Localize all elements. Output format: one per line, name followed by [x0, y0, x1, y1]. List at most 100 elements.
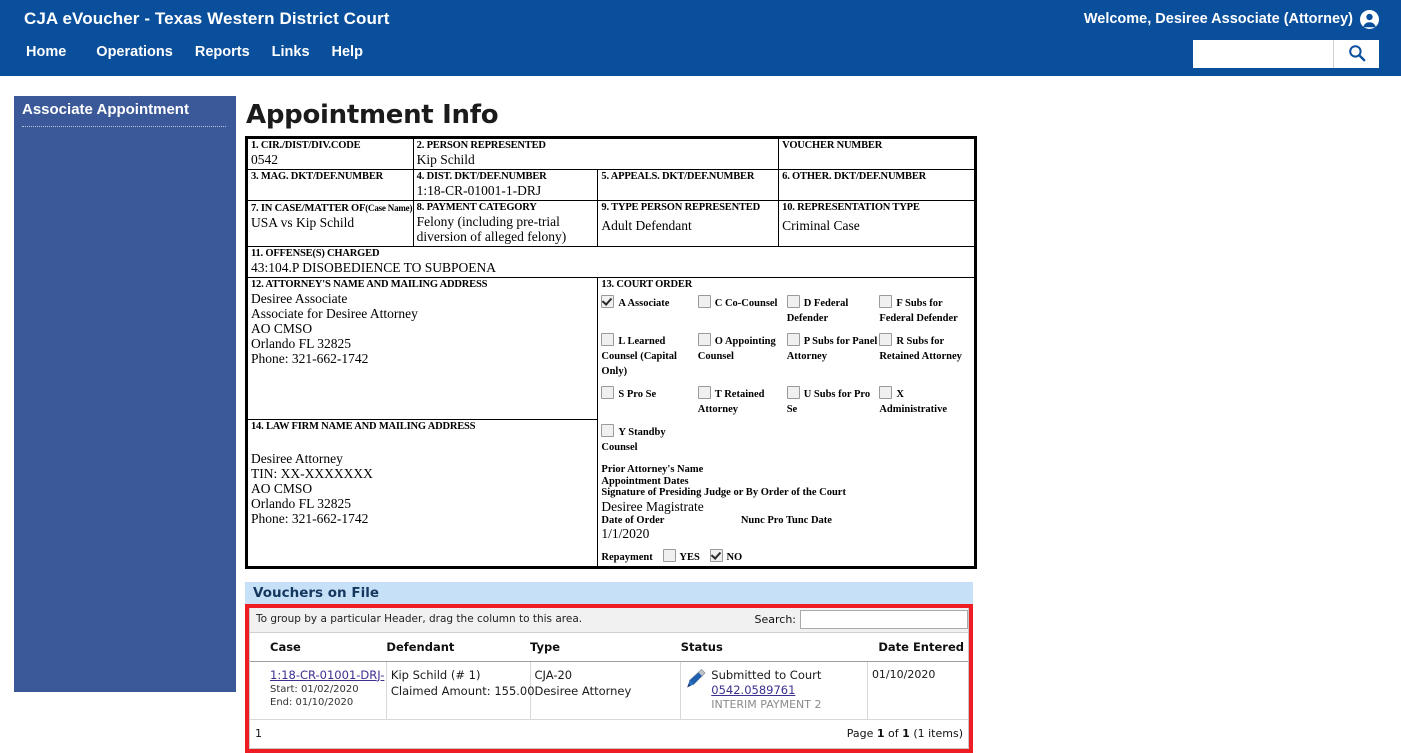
sidebar: Associate Appointment — [14, 96, 236, 692]
checkbox-p-subs-panel-attorney[interactable] — [787, 333, 800, 346]
status-payment-type: INTERIM PAYMENT 2 — [711, 698, 863, 711]
checkbox-u-subs-pro-se[interactable] — [787, 386, 800, 399]
welcome-message: Welcome, Desiree Associate (Attorney) — [1084, 11, 1353, 27]
attorney-line-4: Orlando FL 32825 — [251, 336, 595, 351]
law-firm-line-4: Orlando FL 32825 — [251, 496, 595, 511]
court-order-option-p[interactable]: P Subs for Panel Attorney — [787, 333, 880, 386]
page-current: 1 — [877, 727, 885, 740]
checkbox-repayment-no[interactable] — [710, 549, 723, 562]
nav-item-help[interactable]: Help — [332, 44, 385, 60]
court-order-option-o[interactable]: O Appointing Counsel — [698, 333, 787, 386]
field-label: 7. IN CASE/MATTER OF(Case Name) — [251, 202, 411, 215]
checkbox-x-administrative[interactable] — [879, 386, 892, 399]
checkbox-y-standby-counsel[interactable] — [601, 424, 614, 437]
option-label: A Associate — [618, 298, 669, 309]
court-order-spacer — [879, 424, 972, 462]
law-firm-line-2: TIN: XX-XXXXXXX — [251, 466, 595, 481]
field-attorney-name-address: 12. ATTORNEY'S NAME AND MAILING ADDRESS … — [248, 278, 598, 420]
field-type-person-represented: 9. TYPE PERSON REPRESENTED Adult Defenda… — [598, 201, 779, 247]
search-input[interactable] — [1193, 40, 1333, 68]
vouchers-table: Case Defendant Type Status Date Entered … — [250, 633, 968, 720]
court-order-option-f[interactable]: F Subs for Federal Defender — [879, 295, 972, 333]
user-account-icon[interactable] — [1360, 10, 1379, 29]
field-cir-dist-div-code: 1. CIR./DIST/DIV.CODE 0542 — [248, 139, 414, 170]
checkbox-repayment-yes[interactable] — [663, 549, 676, 562]
attorney-line-5: Phone: 321-662-1742 — [251, 351, 595, 366]
field-value: Criminal Case — [782, 218, 972, 233]
checkbox-t-retained-attorney[interactable] — [698, 386, 711, 399]
page-title: Appointment Info — [246, 100, 1393, 130]
nav-item-operations[interactable]: Operations — [96, 44, 195, 60]
field-value: 1:18-CR-01001-1-DRJ — [417, 183, 596, 198]
page-number-link[interactable]: 1 — [255, 727, 262, 740]
grid-group-bar[interactable]: To group by a particular Header, drag th… — [250, 608, 968, 633]
voucher-number-link[interactable]: 0542.0589761 — [711, 683, 863, 697]
vouchers-panel-title: Vouchers on File — [245, 582, 973, 604]
search-button[interactable] — [1333, 40, 1379, 68]
nav-item-reports[interactable]: Reports — [195, 44, 272, 60]
grid-search-input[interactable] — [800, 610, 968, 629]
repayment-row: Repayment YES NO — [601, 549, 972, 564]
form-row-2: 3. MAG. DKT/DEF.NUMBER 4. DIST. DKT/DEF.… — [248, 170, 975, 201]
date-of-order-label: Date of Order — [601, 515, 664, 526]
pagination-info: Page 1 of 1 (1 items) — [847, 727, 963, 740]
court-order-option-y[interactable]: Y Standby Counsel — [601, 424, 697, 462]
column-header-date-entered[interactable]: Date Entered — [867, 633, 968, 662]
attorney-line-1: Desiree Associate — [251, 291, 595, 306]
court-order-option-t[interactable]: T Retained Attorney — [698, 386, 787, 424]
court-order-option-s[interactable]: S Pro Se — [601, 386, 697, 424]
checkbox-r-subs-retained-attorney[interactable] — [879, 333, 892, 346]
main-content: Appointment Info 1. CIR./DIST/DIV.CODE 0… — [243, 96, 1393, 753]
court-order-option-u[interactable]: U Subs for Pro Se — [787, 386, 880, 424]
header-search — [1193, 40, 1379, 68]
cell-date-entered: 01/10/2020 — [867, 661, 968, 719]
pen-edit-icon[interactable] — [685, 668, 707, 692]
field-label: 9. TYPE PERSON REPRESENTED — [601, 202, 776, 214]
form-row-1: 1. CIR./DIST/DIV.CODE 0542 2. PERSON REP… — [248, 139, 975, 170]
court-order-option-l[interactable]: L Learned Counsel (Capital Only) — [601, 333, 697, 386]
appointment-dates-label: Appointment Dates — [601, 476, 972, 488]
checkbox-o-appointing-counsel[interactable] — [698, 333, 711, 346]
field-mag-dkt-def-number: 3. MAG. DKT/DEF.NUMBER — [248, 170, 414, 201]
field-label: 10. REPRESENTATION TYPE — [782, 202, 972, 214]
checkbox-a-associate[interactable] — [601, 295, 614, 308]
field-label: 1. CIR./DIST/DIV.CODE — [251, 140, 411, 152]
column-header-status[interactable]: Status — [681, 633, 868, 662]
court-order-option-a[interactable]: A Associate — [601, 295, 697, 333]
repayment-yes-label: YES — [679, 552, 699, 563]
field-other-dkt-def-number: 6. OTHER. DKT/DEF.NUMBER — [779, 170, 975, 201]
field-representation-type: 10. REPRESENTATION TYPE Criminal Case — [779, 201, 975, 247]
field-label: 11. OFFENSE(S) CHARGED — [251, 248, 972, 260]
status-text: Submitted to Court — [711, 668, 863, 682]
table-header-row: Case Defendant Type Status Date Entered — [250, 633, 968, 662]
checkbox-f-subs-federal-defender[interactable] — [879, 295, 892, 308]
page-prefix: Page — [847, 727, 877, 740]
grid-footer: 1 Page 1 of 1 (1 items) — [250, 720, 968, 748]
nav-item-links[interactable]: Links — [272, 44, 332, 60]
case-link[interactable]: 1:18-CR-01001-DRJ- — [270, 668, 382, 682]
court-order-spacer — [787, 424, 880, 462]
court-order-option-r[interactable]: R Subs for Retained Attorney — [879, 333, 972, 386]
checkbox-c-co-counsel[interactable] — [698, 295, 711, 308]
nav-item-home[interactable]: Home — [24, 44, 96, 60]
column-header-type[interactable]: Type — [530, 633, 681, 662]
voucher-type-attorney: Desiree Attorney — [535, 684, 677, 698]
option-label: C Co-Counsel — [715, 298, 778, 309]
column-header-defendant[interactable]: Defendant — [386, 633, 530, 662]
defendant-name: Kip Schild (# 1) — [391, 668, 526, 682]
grid-search-label: Search: — [755, 613, 797, 626]
search-icon — [1348, 44, 1366, 65]
checkbox-s-pro-se[interactable] — [601, 386, 614, 399]
court-order-option-d[interactable]: D Federal Defender — [787, 295, 880, 333]
voucher-type: CJA-20 — [535, 668, 677, 682]
cell-case: 1:18-CR-01001-DRJ- Start: 01/02/2020 End… — [250, 661, 386, 719]
checkbox-d-federal-defender[interactable] — [787, 295, 800, 308]
table-row[interactable]: 1:18-CR-01001-DRJ- Start: 01/02/2020 End… — [250, 661, 968, 719]
sidebar-title: Associate Appointment — [22, 101, 189, 118]
signature-label: Signature of Presiding Judge or By Order… — [601, 487, 972, 499]
column-header-case[interactable]: Case — [250, 633, 386, 662]
checkbox-l-learned-counsel[interactable] — [601, 333, 614, 346]
court-order-option-x[interactable]: X Administrative — [879, 386, 972, 424]
form-row-5: 12. ATTORNEY'S NAME AND MAILING ADDRESS … — [248, 278, 975, 420]
court-order-option-c[interactable]: C Co-Counsel — [698, 295, 787, 333]
